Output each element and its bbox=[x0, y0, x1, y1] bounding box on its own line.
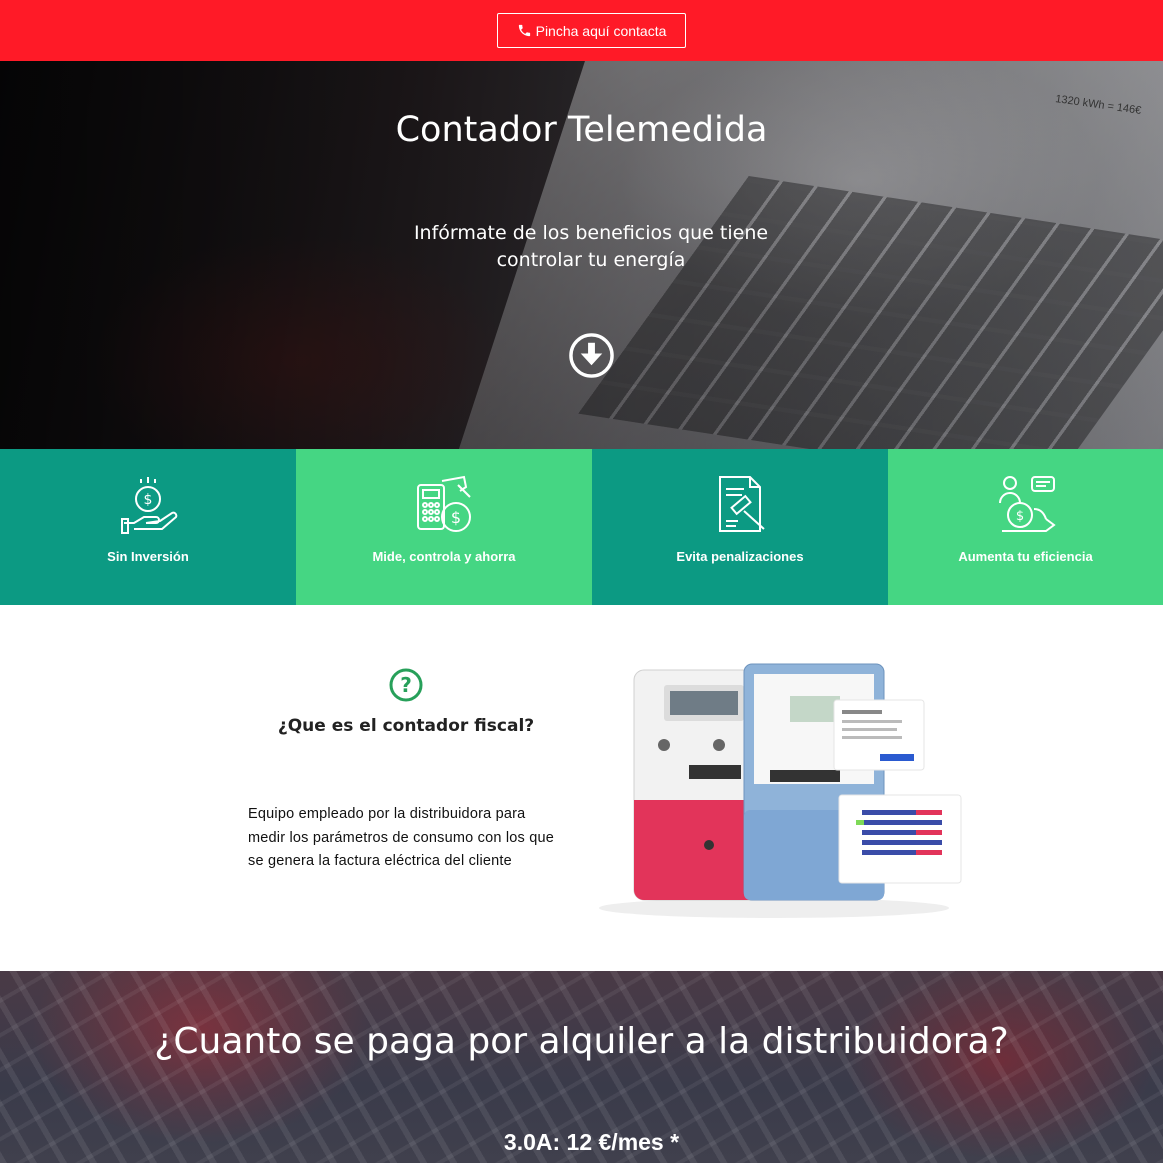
feature-evita-penalizaciones: Evita penalizaciones bbox=[592, 449, 888, 605]
feature-label: Mide, controla y ahorra bbox=[372, 549, 516, 564]
person-growth-icon: $ bbox=[998, 476, 1056, 532]
svg-text:$: $ bbox=[451, 508, 461, 527]
feature-mide-controla: $ Mide, controla y ahorra bbox=[296, 449, 592, 605]
feature-label: Aumenta tu eficiencia bbox=[958, 549, 1093, 564]
feature-label: Evita penalizaciones bbox=[676, 549, 804, 564]
about-title: ¿Que es el contador fiscal? bbox=[277, 716, 535, 736]
phone-icon bbox=[518, 24, 530, 37]
hero-subtitle: Infórmate de los beneficios que tiene co… bbox=[413, 222, 769, 271]
about-section bbox=[0, 605, 1163, 971]
feature-sin-inversion: $ Sin Inversión bbox=[0, 449, 296, 605]
svg-text:$: $ bbox=[144, 492, 153, 508]
contact-button[interactable]: Pincha aquí contacta bbox=[497, 13, 686, 48]
svg-text:$: $ bbox=[1015, 509, 1023, 524]
hand-coin-icon: $ bbox=[121, 477, 178, 534]
top-bar: Pincha aquí contacta bbox=[0, 0, 1163, 61]
question-circle-icon: ? bbox=[389, 668, 423, 702]
feature-aumenta-eficiencia: $ Aumenta tu eficiencia bbox=[888, 449, 1163, 605]
about-text: Equipo empleado por la distribuidora par… bbox=[248, 806, 554, 869]
arrow-down-circle-icon[interactable] bbox=[568, 332, 615, 379]
document-gavel-icon bbox=[719, 476, 765, 532]
feature-label: Sin Inversión bbox=[107, 549, 189, 564]
svg-text:?: ? bbox=[400, 673, 412, 697]
pricing-value: 3.0A: 12 €/mes * bbox=[503, 1129, 680, 1155]
calculator-coin-icon: $ bbox=[417, 475, 471, 532]
pricing-title: ¿Cuanto se paga por alquiler a la distri… bbox=[154, 1021, 1009, 1062]
smart-meter-image bbox=[599, 663, 962, 918]
hero-title: Contador Telemedida bbox=[395, 110, 768, 150]
contact-button-label: Pincha aquí contacta bbox=[535, 22, 667, 39]
